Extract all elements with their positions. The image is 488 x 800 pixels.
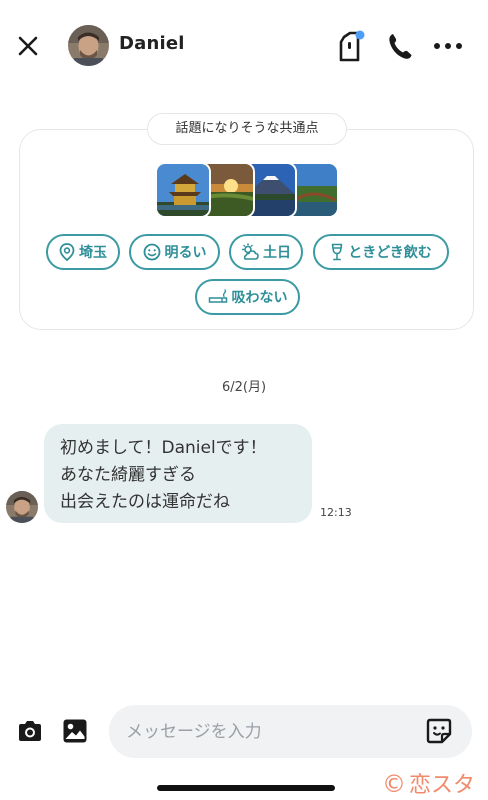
phone-icon[interactable] [386, 31, 414, 61]
tag-drinks-sometimes[interactable]: ときどき飲む [313, 234, 449, 270]
date-separator: 6/2(月) [221, 380, 267, 395]
more-icon[interactable] [433, 34, 463, 58]
tag-cheerful[interactable]: 明るい [129, 234, 220, 270]
svg-text:©: © [382, 770, 406, 798]
tag-non-smoker[interactable]: 吸わない [195, 279, 300, 315]
tag-saitama[interactable]: 埼玉 [46, 234, 120, 270]
tag-label: 明るい [164, 245, 207, 261]
chat-header: Daniel [0, 0, 488, 92]
smile-icon [143, 243, 160, 261]
no-smoking-icon [208, 289, 227, 303]
photo-golden-pavilion[interactable] [155, 162, 211, 218]
common-points-title: 話題になりそうな共通点 [147, 113, 347, 145]
image-icon[interactable] [62, 718, 88, 744]
sticker-icon[interactable] [426, 718, 452, 744]
watermark-logo: © 恋スタ [382, 770, 472, 798]
svg-text:恋スタ: 恋スタ [409, 773, 472, 798]
message-line: あなた綺麗すぎる [60, 465, 196, 485]
message-input[interactable] [109, 705, 472, 758]
tag-label: 土日 [263, 245, 291, 261]
message-line: 初めまして！Danielです！ [60, 438, 267, 458]
avatar[interactable] [68, 25, 109, 66]
glass-icon [331, 243, 343, 261]
tag-label: 埼玉 [79, 245, 107, 261]
camera-icon[interactable] [17, 719, 43, 743]
tag-label: 吸わない [231, 290, 288, 306]
home-indicator [157, 785, 335, 791]
sun-cloud-icon [241, 243, 259, 260]
message-timestamp: 12:13 [320, 506, 352, 519]
tag-label: ときどき飲む [348, 245, 432, 261]
notification-icon[interactable] [336, 30, 366, 64]
close-icon[interactable] [14, 32, 42, 60]
location-icon [59, 243, 75, 261]
message-line: 出会えたのは運命だね [60, 492, 230, 512]
common-photos [155, 162, 340, 218]
tag-weekends[interactable]: 土日 [229, 234, 303, 270]
contact-name: Daniel [119, 33, 185, 54]
sender-avatar[interactable] [6, 491, 38, 523]
message-bubble[interactable]: 初めまして！Danielです！ あなた綺麗すぎる 出会えたのは運命だね [44, 424, 312, 523]
